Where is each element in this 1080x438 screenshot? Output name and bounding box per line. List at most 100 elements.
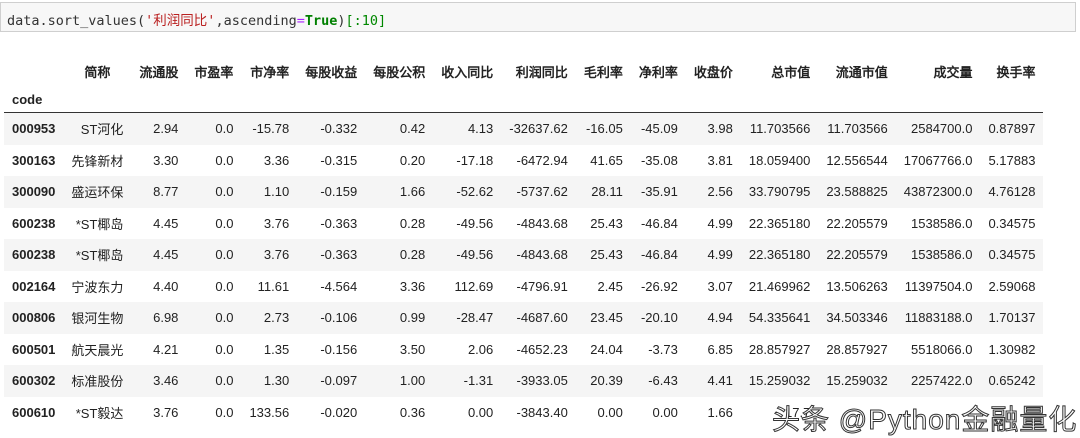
table-cell: 2.06 [467,341,494,357]
column-header: 成交量 [933,64,973,80]
table-cell: 4.21 [153,341,179,357]
table-cell: -6.43 [648,373,678,389]
table-cell: 4.41 [707,373,733,389]
index-name: code [4,86,64,113]
table-cell: *ST椰岛 [75,248,124,264]
table-cell: -0.020 [320,404,358,420]
table-cell: 23.588825 [826,184,888,200]
table-cell: 20.39 [590,373,623,389]
table-cell: -0.363 [320,247,358,263]
table-cell: 0.28 [399,247,426,263]
table-cell: 4.13 [467,121,494,137]
row-index: 600610 [12,404,56,420]
table-cell: 4.94 [707,310,733,326]
table-cell: 0.00 [652,404,678,420]
table-cell: -46.84 [640,215,678,231]
table-row: 300090 盛运环保 8.77 0.0 1.10 -0.159 1.66 -52.62 -57… [4,176,1044,208]
table-cell: 1.30982 [988,341,1036,357]
table-cell: 0.87897 [988,121,1036,137]
row-index: 600238 [12,215,56,231]
table-cell: 11883188.0 [904,310,973,326]
table-cell: 宁波东力 [71,279,124,295]
table-cell: 标准股份 [71,374,124,390]
table-cell: -52.62 [456,184,494,200]
table-cell: -3933.05 [516,373,568,389]
table-cell: 4.99 [707,247,733,263]
table-cell: 28.857927 [826,341,888,357]
table-cell: 3.76 [263,247,290,263]
table-row: 600501 航天晨光 4.21 0.0 1.35 -0.156 3.50 2.06 -4652… [4,334,1043,366]
table-cell: 17067766.0 [903,152,973,168]
table-cell: 0.0 [215,121,234,137]
table-cell: 0.99 [399,310,426,326]
table-cell: 43872300.0 [903,184,973,200]
table-cell: -3.73 [648,341,678,357]
table-cell: 0.00 [467,404,494,420]
table-cell: 13.506263 [826,278,888,294]
table-cell: 2584700.0 [911,121,973,137]
table-cell: 0.0 [215,278,234,294]
code-input-cell[interactable]: data.sort_values('利润同比',ascending=True)[… [0,2,1076,32]
table-cell: 5.17883 [988,152,1036,168]
table-cell: 21.469962 [748,278,811,294]
table-cell: -4843.68 [516,215,568,231]
table-cell: -46.84 [640,247,678,263]
table-row: 002164 宁波东力 4.40 0.0 11.61 -4.564 3.36 112.69 -4… [4,271,1043,303]
column-header: 市盈率 [194,64,234,80]
table-cell: 1.66 [399,184,426,200]
table-cell: -6472.94 [516,152,568,168]
table-cell: 0.0 [215,152,234,168]
table-cell: 2.59068 [988,278,1036,294]
column-header: 简称 [84,64,111,80]
table-cell: -15.78 [252,121,290,137]
table-cell: 23.45 [590,310,623,326]
table-cell: 4.45 [153,247,179,263]
table-cell: -4796.91 [516,278,568,294]
table-cell: 5518066.0 [911,341,973,357]
table-cell: -45.09 [640,121,678,137]
table-cell: -0.332 [320,121,358,137]
table-cell: 1538586.0 [911,247,973,263]
table-cell: -4843.68 [516,247,568,263]
table-cell: 54.335641 [748,310,811,326]
table-cell: 3.46 [153,373,179,389]
table-cell: -0.363 [320,215,358,231]
table-cell: *ST毅达 [75,405,124,421]
table-row: 600302 标准股份 3.46 0.0 1.30 -0.097 1.00 -1.31 -393… [4,365,1044,397]
table-cell: 0.0 [215,184,234,200]
table-cell: 0.34575 [988,247,1036,263]
column-header: 毛利率 [583,64,623,80]
table-row: 000806 银河生物 6.98 0.0 2.73 -0.106 0.99 -28.47 -46… [4,302,1044,334]
code-text: data.sort_values('利润同比',ascending=True)[… [7,13,387,29]
table-row: 300163 先锋新材 3.30 0.0 3.36 -0.315 0.20 -17.18 -64… [4,145,1043,177]
table-cell: 盛运环保 [71,185,124,201]
index-header-blank [4,56,63,86]
table-cell: 银河生物 [71,311,124,327]
row-index: 300163 [12,152,56,168]
table-cell: 1.30 [263,373,290,389]
table-cell: 6.98 [153,310,179,326]
table-cell: 22.205579 [826,247,888,263]
row-index: 600302 [12,373,56,389]
watermark: 头条 @Python金融量化 [771,404,1078,436]
table-cell: 0.00 [597,404,623,420]
table-cell: -0.097 [320,373,358,389]
table-cell: 133.56 [249,404,290,420]
table-cell: 11.61 [257,278,290,294]
table-cell: -32637.62 [509,121,568,137]
table-cell: 0.28 [399,215,426,231]
table-cell: 33.790795 [748,184,811,200]
table-cell: 0.34575 [988,215,1036,231]
row-index: 300090 [12,184,56,200]
table-cell: 0.0 [215,310,234,326]
table-cell: ST河化 [80,122,124,138]
table-row: 600238 *ST椰岛 4.45 0.0 3.76 -0.363 0.28 -49.56 -4… [4,208,1043,240]
table-cell: -5737.62 [516,184,568,200]
table-cell: -28.47 [456,310,494,326]
table-cell: 先锋新材 [71,153,124,169]
table-cell: 3.98 [707,121,733,137]
table-cell: 0.36 [399,404,426,420]
table-cell: 2.45 [597,278,623,294]
column-header: 每股公积 [373,64,426,80]
table-cell: 41.65 [590,152,623,168]
